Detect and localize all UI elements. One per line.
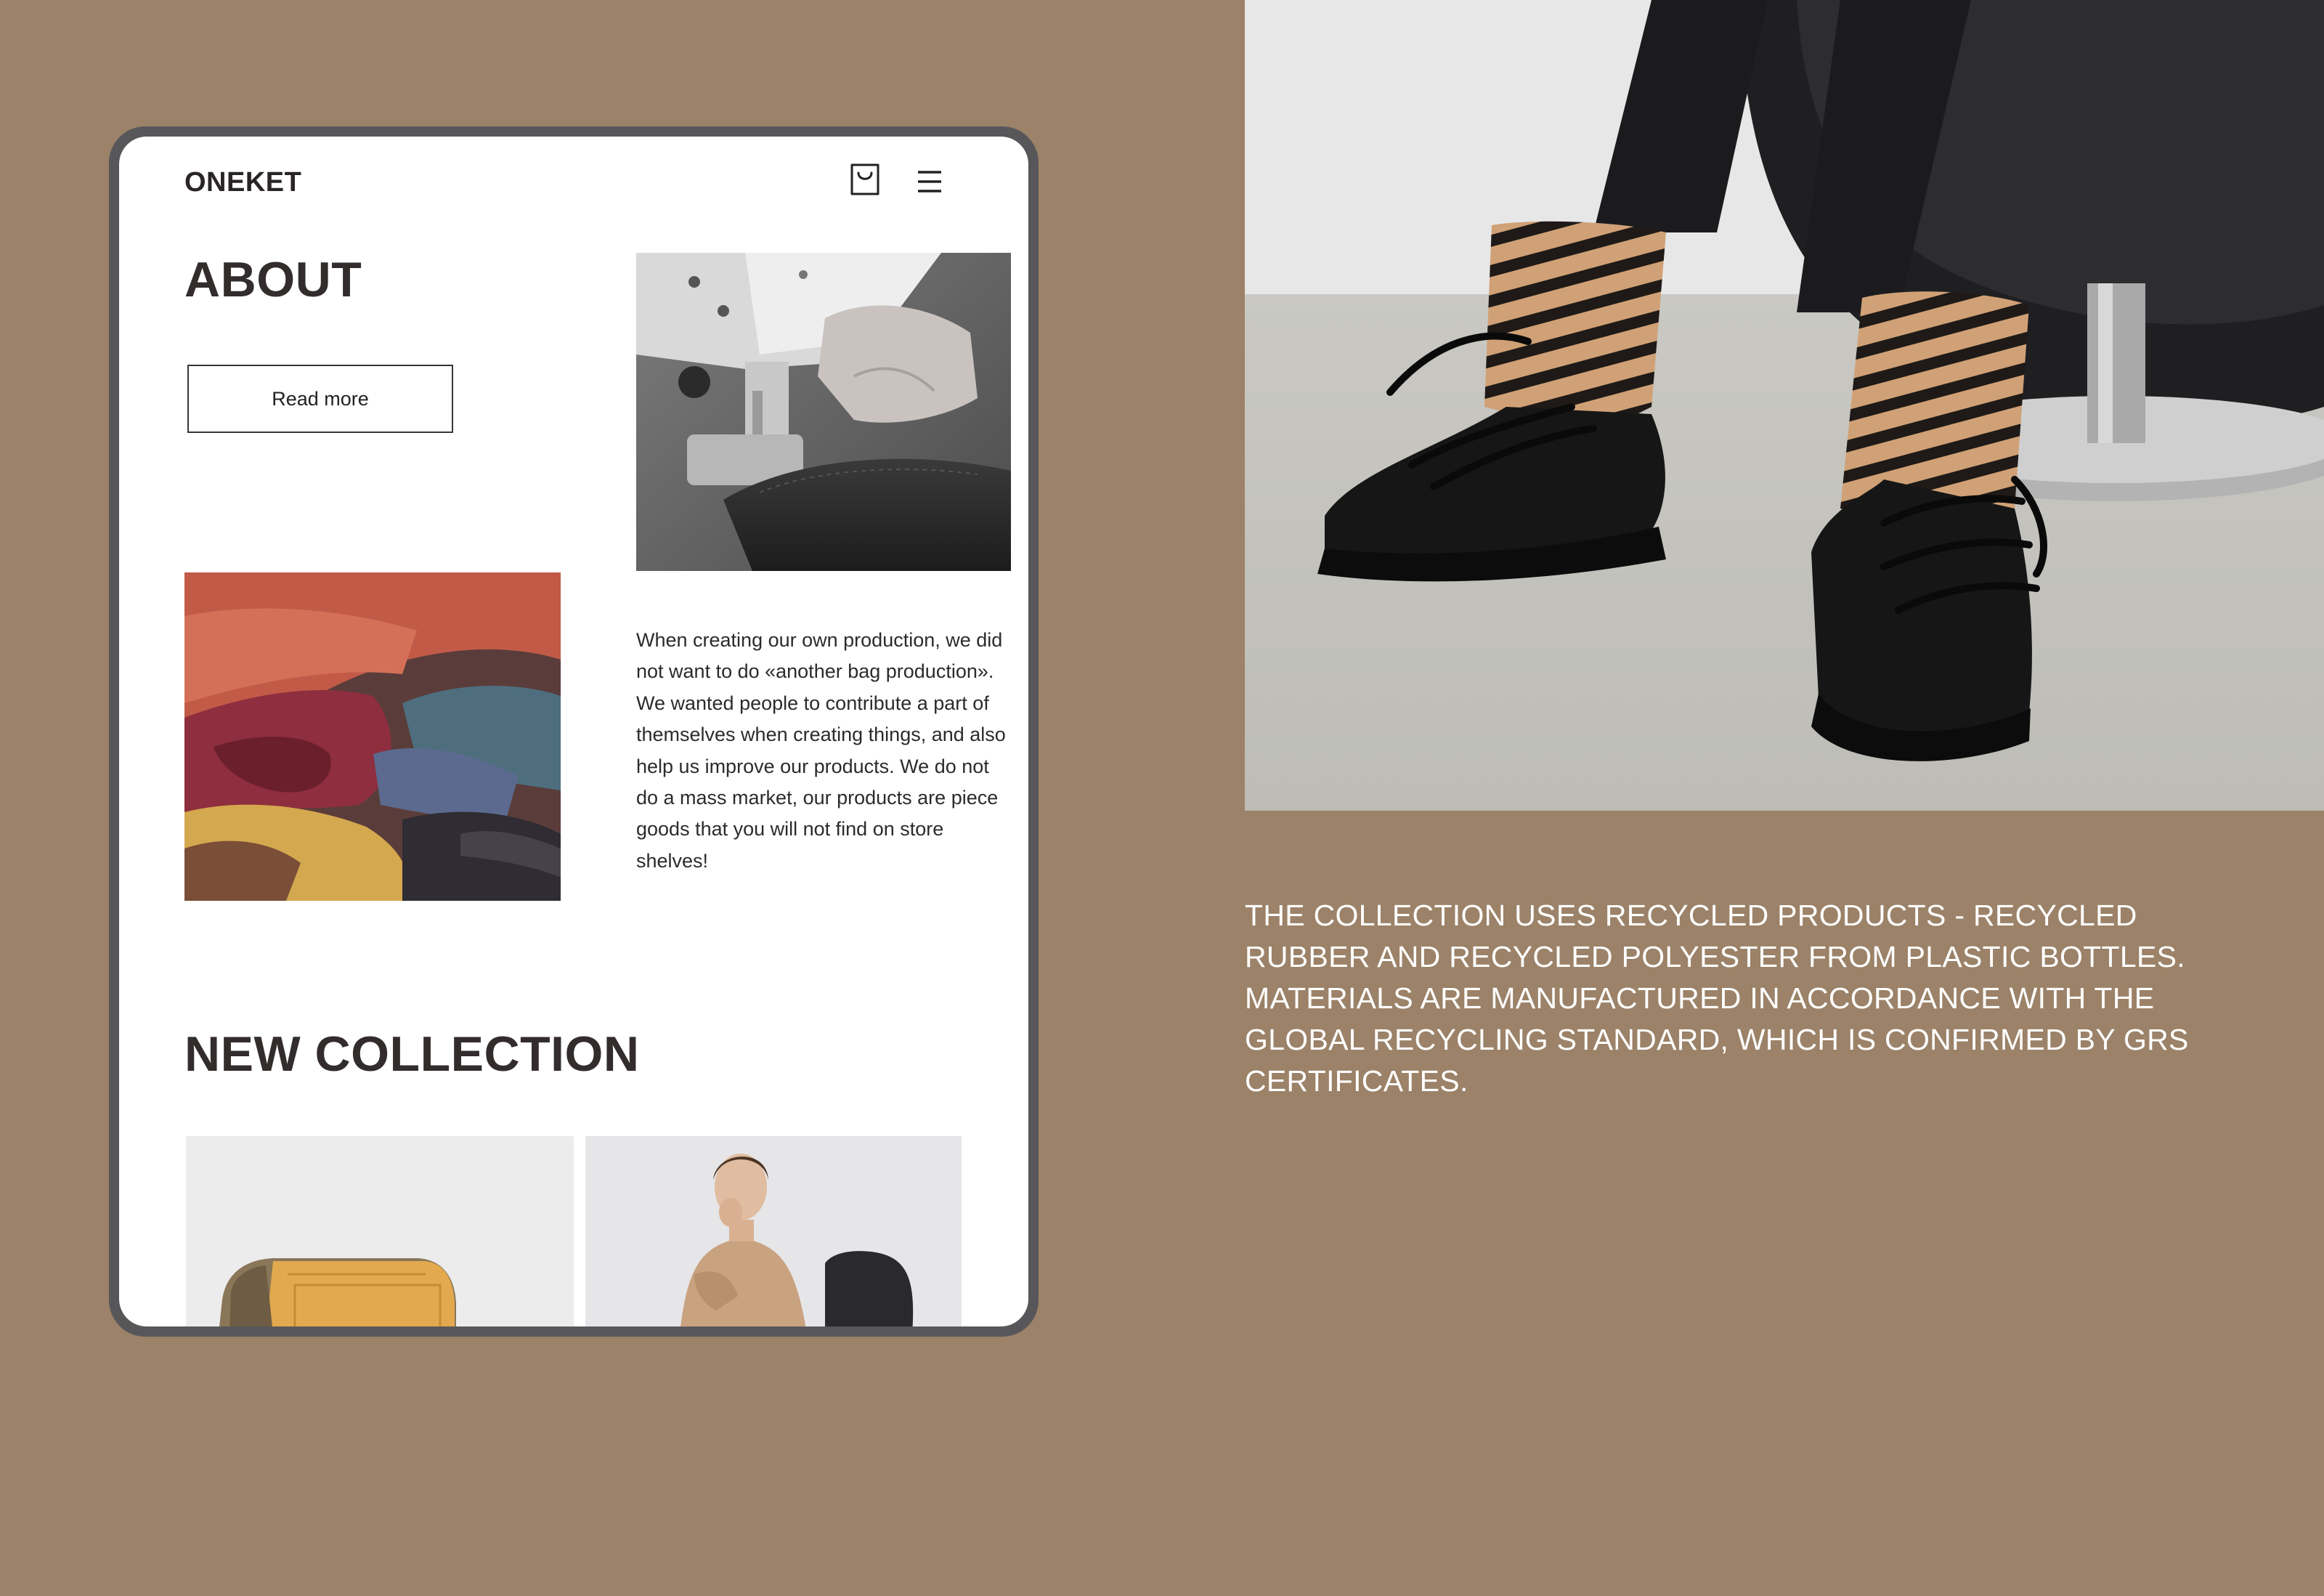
- hamburger-menu-icon[interactable]: [915, 167, 944, 196]
- site-header: ONEKET: [119, 137, 1028, 216]
- shopping-bag-icon[interactable]: [848, 161, 882, 198]
- device-frame: ONEKET ABOUT Read more When creating our…: [109, 126, 1039, 1337]
- device-screen: ONEKET ABOUT Read more When creating our…: [119, 137, 1028, 1326]
- collection-description: THE COLLECTION USES RECYCLED PRODUCTS - …: [1245, 899, 2189, 1098]
- site-logo[interactable]: ONEKET: [184, 167, 301, 198]
- bag-product-photo[interactable]: [186, 1136, 574, 1326]
- boots-hero-photo: [1245, 0, 2324, 811]
- new-collection-heading: NEW COLLECTION: [184, 1026, 640, 1082]
- sewing-machine-photo: [636, 253, 1011, 571]
- model-product-photo[interactable]: [585, 1136, 962, 1326]
- read-more-button[interactable]: Read more: [187, 365, 453, 433]
- about-description: When creating our own production, we did…: [636, 629, 1006, 872]
- leather-hides-photo: [184, 572, 561, 901]
- about-heading: ABOUT: [184, 252, 362, 307]
